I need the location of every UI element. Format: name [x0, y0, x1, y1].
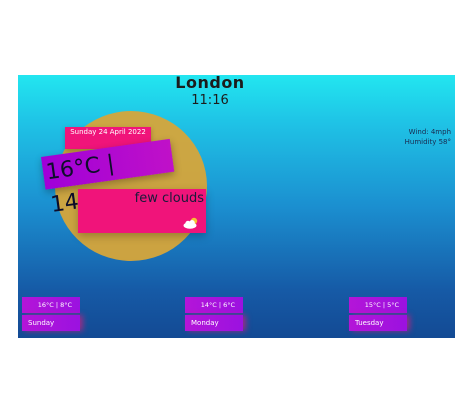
forecast-day: Sunday [22, 315, 80, 331]
forecast-day: Tuesday [349, 315, 407, 331]
few-clouds-icon [183, 217, 198, 229]
description-card: few clouds [78, 189, 206, 233]
current-time: 11:16 [191, 93, 229, 108]
forecast-temp: 15°C | 5°C [349, 297, 407, 313]
forecast-card-monday: 14°C | 6°C Monday [185, 297, 243, 338]
forecast-card-sunday: 16°C | 8°C Sunday [22, 297, 80, 338]
forecast-temp: 16°C | 8°C [22, 297, 80, 313]
wind-humidity: Wind: 4mph Humidity 58° [405, 127, 451, 147]
weather-description: few clouds [134, 191, 204, 206]
humidity: Humidity 58° [404, 138, 451, 146]
forecast-day: Monday [185, 315, 243, 331]
weather-panel: Sunday 24 April 2022 16°C | 14°C few clo… [18, 75, 455, 338]
forecast-temp: 14°C | 6°C [185, 297, 243, 313]
city-title: London [175, 73, 245, 92]
forecast-card-tuesday: 15°C | 5°C Tuesday [349, 297, 407, 338]
wind-speed: Wind: 4mph [408, 128, 451, 136]
current-date: Sunday 24 April 2022 [70, 128, 146, 136]
